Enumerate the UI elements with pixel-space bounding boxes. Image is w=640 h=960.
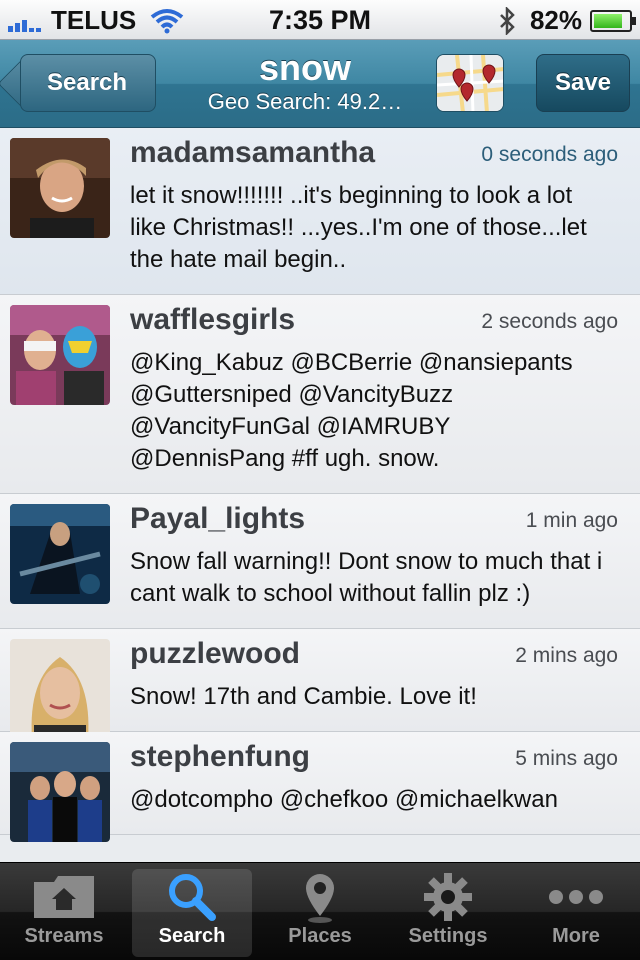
tweet-time: 5 mins ago [515,747,618,770]
tab-label: Settings [408,925,488,947]
ellipsis-icon [549,890,603,904]
map-button[interactable] [436,54,504,112]
back-button[interactable]: Search [20,54,157,112]
tweet-username[interactable]: wafflesgirls [130,303,295,337]
status-bar: TELUS 7:35 PM 82% [0,0,640,40]
tweet-time: 0 seconds ago [481,143,618,166]
page-subtitle: Geo Search: 49.2… [207,89,403,114]
tab-streams[interactable]: Streams [4,869,124,957]
avatar[interactable] [10,138,110,238]
tweet-row[interactable]: wafflesgirls 2 seconds ago @King_Kabuz @… [0,295,640,494]
tab-places[interactable]: Places [260,869,380,957]
navigation-bar: Search snow Geo Search: 49.2… Save [0,40,640,128]
avatar[interactable] [10,639,110,739]
tab-search[interactable]: Search [132,869,252,957]
battery-percent: 82% [529,5,582,35]
tweet-row[interactable]: puzzlewood 2 mins ago Snow! 17th and Cam… [0,629,640,739]
tweet-username[interactable]: puzzlewood [130,637,300,671]
avatar[interactable] [10,504,110,604]
tweet-row[interactable]: Payal_lights 1 min ago Snow fall warning… [0,494,640,629]
tweet-list[interactable]: madamsamantha 0 seconds ago let it snow!… [0,128,640,862]
tweet-row[interactable]: stephenfung 5 mins ago @dotcompho @chefk… [0,732,640,842]
tweet-time: 2 mins ago [515,644,618,667]
tab-label: More [552,925,600,947]
tab-settings[interactable]: Settings [388,869,508,957]
tweet-username[interactable]: madamsamantha [130,136,375,170]
tab-label: Search [158,925,226,947]
tweet-row[interactable]: madamsamantha 0 seconds ago let it snow!… [0,128,640,295]
search-icon [169,874,216,921]
tweet-username[interactable]: stephenfung [130,740,310,774]
tab-label: Streams [24,925,104,947]
bluetooth-icon [500,6,515,35]
avatar[interactable] [10,742,110,842]
tab-more[interactable]: More [516,869,636,957]
page-title: snow [258,47,351,88]
tweet-time: 2 seconds ago [481,310,618,333]
nav-title-block: snow Geo Search: 49.2… [150,48,460,116]
map-icon [437,55,503,111]
map-pin-icon [306,874,334,923]
tab-bar: Streams Search Places Settings More [0,862,640,960]
tab-label: Places [288,925,352,947]
save-button[interactable]: Save [536,54,630,112]
folder-home-icon [34,876,94,918]
avatar[interactable] [10,305,110,405]
tweet-time: 1 min ago [525,509,618,532]
tweet-username[interactable]: Payal_lights [130,502,305,536]
gear-icon [424,873,472,921]
battery-icon [590,9,636,32]
